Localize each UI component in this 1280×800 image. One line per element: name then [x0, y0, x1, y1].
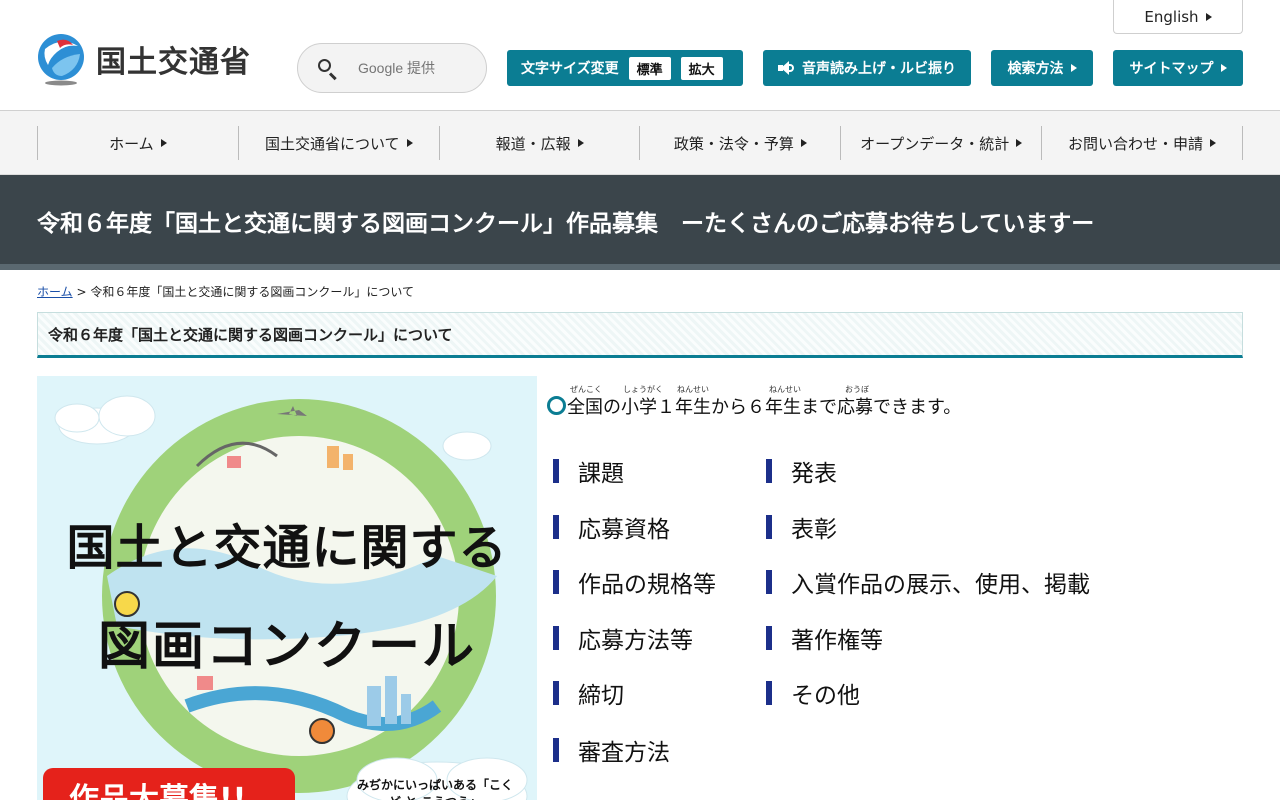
- nav-item-label: 政策・法令・予算: [673, 134, 794, 153]
- search-icon[interactable]: [316, 57, 338, 81]
- reader-ruby-button[interactable]: 音声読み上げ・ルビ振り: [763, 50, 971, 86]
- breadcrumb: ホーム > 令和６年度「国土と交通に関する図画コンクール」について: [37, 283, 414, 300]
- arrow-right-icon: [406, 139, 413, 147]
- bullet-bar-icon: [766, 515, 772, 539]
- arrow-right-icon: [1016, 139, 1023, 147]
- arrow-right-icon: [160, 139, 167, 147]
- search-method-button[interactable]: 検索方法: [991, 50, 1093, 86]
- bullet-bar-icon: [766, 681, 772, 705]
- section-link-judging[interactable]: 審査方法: [553, 733, 670, 767]
- site-header: 国土交通省 English 文字サイズ変更 標準 拡大 音声読み上げ・ルビ振り …: [0, 0, 1280, 111]
- breadcrumb-home-link[interactable]: ホーム: [37, 285, 73, 299]
- bullet-bar-icon: [553, 515, 559, 539]
- search-box[interactable]: [297, 43, 487, 93]
- section-link-label: 審査方法: [578, 740, 670, 766]
- arrow-right-icon: [800, 139, 807, 147]
- nav-item-label: お問い合わせ・申請: [1068, 134, 1204, 153]
- mlit-logo-icon: [38, 34, 84, 86]
- section-link-other[interactable]: その他: [766, 676, 860, 710]
- section-link-label: 応募方法等: [578, 628, 693, 654]
- font-size-label: 文字サイズ変更: [521, 61, 619, 77]
- nav-item-contact[interactable]: お問い合わせ・申請: [1041, 126, 1243, 160]
- section-link-specifications[interactable]: 作品の規格等: [553, 565, 716, 599]
- arrow-right-icon: [1070, 64, 1077, 72]
- font-size-control: 文字サイズ変更 標準 拡大: [507, 50, 743, 86]
- poster-illustration: [54, 395, 528, 800]
- nav-item-label: 報道・広報: [495, 134, 571, 153]
- breadcrumb-current: 令和６年度「国土と交通に関する図画コンクール」について: [90, 285, 415, 299]
- section-link-label: 著作権等: [791, 628, 883, 654]
- section-link-announcement[interactable]: 発表: [766, 454, 837, 488]
- section-link-exhibition[interactable]: 入賞作品の展示、使用、掲載: [766, 565, 1090, 599]
- english-label: English: [1144, 7, 1199, 26]
- nav-item-about[interactable]: 国土交通省について: [237, 126, 439, 160]
- english-link[interactable]: English: [1113, 0, 1243, 34]
- font-size-large-button[interactable]: 拡大: [680, 56, 723, 80]
- global-nav: ホーム 国土交通省について 報道・広報 政策・法令・予算 オープンデータ・統計 …: [0, 111, 1280, 175]
- section-link-label: 課題: [578, 461, 624, 487]
- section-link-label: 締切: [578, 683, 624, 709]
- section-link-theme[interactable]: 課題: [553, 454, 624, 488]
- poster-cloud-text: みぢかにいっぱいある「こくど と こうつう」: [356, 778, 513, 800]
- section-link-label: 発表: [791, 461, 837, 487]
- section-link-copyright[interactable]: 著作権等: [766, 621, 883, 655]
- section-link-deadline[interactable]: 締切: [553, 676, 624, 710]
- nav-item-label: 国土交通省について: [264, 134, 400, 153]
- arrow-right-icon: [1210, 139, 1217, 147]
- arrow-right-icon: [1205, 12, 1212, 21]
- bullet-bar-icon: [766, 570, 772, 594]
- nav-item-policy[interactable]: 政策・法令・予算: [639, 126, 840, 160]
- section-link-eligibility[interactable]: 応募資格: [553, 510, 670, 544]
- bullet-bar-icon: [553, 738, 559, 762]
- bullet-bar-icon: [766, 459, 772, 483]
- section-link-label: 表彰: [791, 517, 837, 543]
- page-title: 令和６年度「国土と交通に関する図画コンクール」作品募集 ーたくさんのご応募お待ち…: [37, 211, 1095, 237]
- bullet-bar-icon: [553, 626, 559, 650]
- breadcrumb-separator: >: [76, 285, 87, 299]
- nav-item-label: ホーム: [109, 134, 154, 153]
- section-link-awards[interactable]: 表彰: [766, 510, 837, 544]
- poster-title-line1: 国土と交通に関する: [66, 520, 508, 576]
- font-size-standard-button[interactable]: 標準: [628, 56, 671, 80]
- circle-bullet-icon: [547, 396, 566, 415]
- nav-list: ホーム 国土交通省について 報道・広報 政策・法令・予算 オープンデータ・統計 …: [37, 126, 1243, 160]
- section-link-label: 作品の規格等: [578, 572, 716, 598]
- section-link-how-to-apply[interactable]: 応募方法等: [553, 621, 693, 655]
- eligibility-text: 全国の小学１年生から６年生まで応募できます。: [567, 397, 962, 418]
- sitemap-button[interactable]: サイトマップ: [1113, 50, 1243, 86]
- poster-title-line2: 図画コンクール: [97, 617, 476, 677]
- arrow-right-icon: [1220, 64, 1227, 72]
- site-logo[interactable]: 国土交通省: [36, 32, 251, 86]
- sitemap-label: サイトマップ: [1129, 61, 1214, 77]
- nav-item-press[interactable]: 報道・広報: [438, 126, 640, 160]
- bullet-bar-icon: [553, 681, 559, 705]
- nav-item-label: オープンデータ・統計: [860, 134, 1010, 153]
- bullet-bar-icon: [766, 626, 772, 650]
- reader-label: 音声読み上げ・ルビ振り: [802, 61, 956, 77]
- section-link-label: その他: [791, 683, 860, 709]
- arrow-right-icon: [577, 139, 584, 147]
- bullet-bar-icon: [553, 459, 559, 483]
- nav-item-home[interactable]: ホーム: [37, 126, 238, 160]
- nav-item-opendata[interactable]: オープンデータ・統計: [840, 126, 1041, 160]
- section-link-label: 応募資格: [578, 517, 670, 543]
- search-method-label: 検索方法: [1007, 61, 1064, 77]
- contest-poster-image: 国土と交通に関する 図画コンクール 作品大募集!! みぢかにいっぱいある「こくど…: [37, 376, 537, 800]
- title-band: 令和６年度「国土と交通に関する図画コンクール」作品募集 ーたくさんのご応募お待ち…: [0, 175, 1280, 270]
- poster-badge: 作品大募集!!: [43, 768, 295, 800]
- section-link-label: 入賞作品の展示、使用、掲載: [791, 572, 1090, 598]
- search-input[interactable]: [358, 60, 478, 76]
- logo-text: 国土交通省: [96, 45, 251, 80]
- section-heading: 令和６年度「国土と交通に関する図画コンクール」について: [37, 312, 1243, 358]
- speaker-icon: [778, 61, 794, 75]
- bullet-bar-icon: [553, 570, 559, 594]
